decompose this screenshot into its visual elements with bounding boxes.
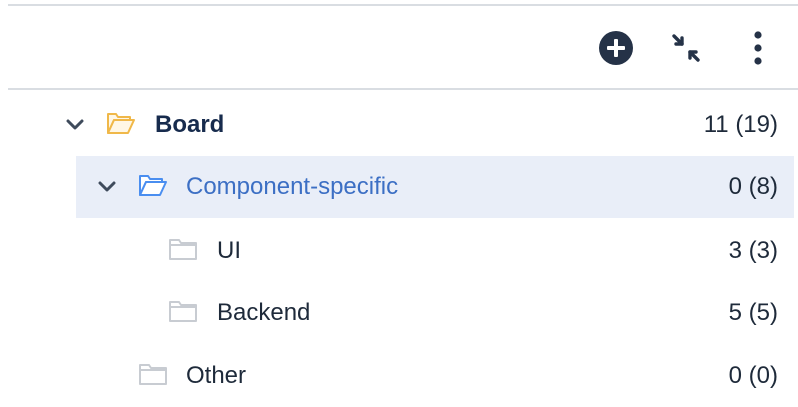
item-count: 3 (3) <box>728 237 778 264</box>
vertical-ellipsis-icon <box>754 31 762 65</box>
folder-open-icon <box>139 175 167 196</box>
plus-circle-icon <box>599 31 633 65</box>
toolbar-divider <box>8 88 798 90</box>
tree-toolbar <box>0 6 798 88</box>
chevron-down-icon[interactable] <box>96 176 118 198</box>
item-count: 0 (0) <box>728 362 778 389</box>
tree-row-backend[interactable]: Backend 5 (5) <box>0 282 798 344</box>
folder-open-icon <box>107 113 135 134</box>
collapse-arrows-icon <box>672 34 700 62</box>
folder-label: UI <box>217 237 241 264</box>
add-folder-button[interactable] <box>596 26 636 70</box>
item-count: 5 (5) <box>728 299 778 326</box>
folder-label: Backend <box>217 299 311 326</box>
chevron-down-icon[interactable] <box>64 114 86 136</box>
folder-label: Other <box>186 362 247 389</box>
folder-icon <box>169 301 197 322</box>
tree-row-board[interactable]: Board 11 (19) <box>0 94 798 156</box>
folder-icon <box>139 364 167 385</box>
tree-row-component-specific[interactable]: Component-specific 0 (8) <box>76 156 794 218</box>
tree-row-other[interactable]: Other 0 (0) <box>0 345 798 407</box>
tree-row-ui[interactable]: UI 3 (3) <box>0 220 798 282</box>
more-options-button[interactable] <box>738 26 778 70</box>
item-count: 11 (19) <box>703 111 778 138</box>
folder-label: Board <box>155 111 225 138</box>
item-count: 0 (8) <box>728 173 778 200</box>
folder-icon <box>169 239 197 260</box>
folder-label: Component-specific <box>186 173 399 200</box>
collapse-all-button[interactable] <box>666 26 706 70</box>
